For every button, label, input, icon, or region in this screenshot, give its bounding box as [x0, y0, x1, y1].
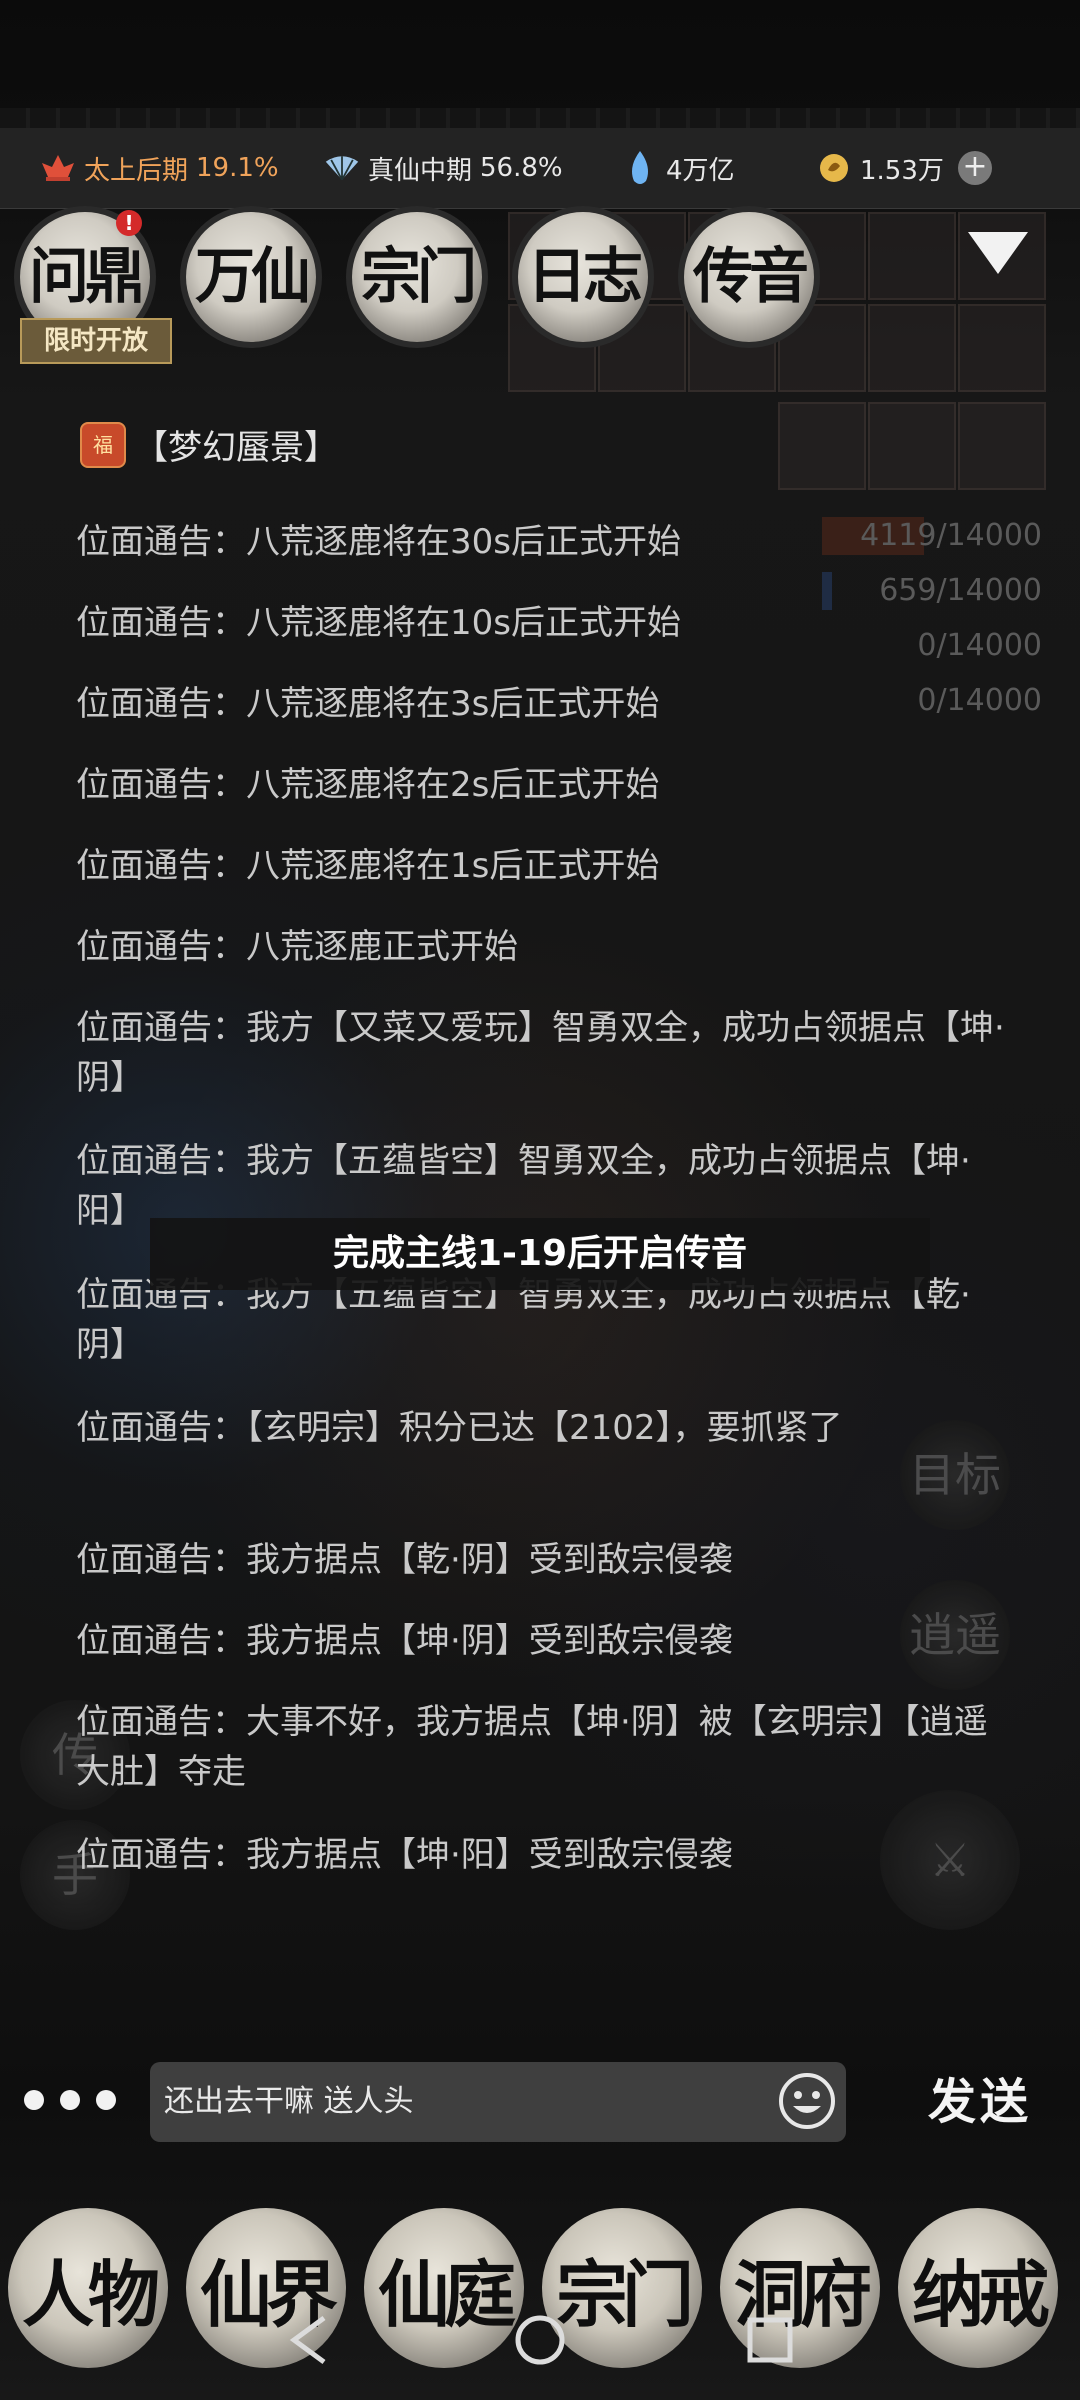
dot-icon	[60, 2090, 80, 2110]
bottom-nav-najie[interactable]: 纳戒	[898, 2208, 1058, 2368]
chat-message: 位面通告：八荒逐鹿将在2s后正式开始	[76, 765, 660, 805]
coin-icon	[816, 150, 852, 186]
resource-bar: 太上后期 19.1% 真仙中期 56.8% 4万亿 1.53万 +	[0, 128, 1080, 209]
chat-room-title: 福 【梦幻蜃景】	[80, 420, 338, 469]
chat-message: 位面通告：八荒逐鹿正式开始	[76, 927, 518, 967]
spirit-stones-value: 4万亿	[666, 155, 735, 186]
chat-message: 位面通告：我方【又菜又爱玩】智勇双全，成功占领据点【坤·阴】	[76, 1008, 1005, 1098]
bottom-nav-xianting[interactable]: 仙庭	[364, 2208, 524, 2368]
coins-value: 1.53万	[860, 155, 944, 186]
decorative-band	[0, 108, 1080, 128]
chat-message: 位面通告：【玄明宗】积分已达【2102】，要抓紧了	[76, 1408, 843, 1448]
realm-two-label: 真仙中期	[368, 155, 473, 186]
more-options-button[interactable]	[24, 2090, 132, 2110]
lotus-icon	[40, 150, 76, 186]
crystal-icon	[622, 150, 658, 186]
toast-message: 完成主线1-19后开启传音	[150, 1218, 930, 1290]
dropdown-arrow-icon[interactable]	[968, 232, 1028, 274]
realm-two-percent: 56.8%	[480, 153, 563, 183]
dot-icon	[96, 2090, 116, 2110]
bottom-nav-renwu[interactable]: 人物	[8, 2208, 168, 2368]
realm-one[interactable]: 太上后期 19.1%	[40, 128, 279, 208]
chat-message: 位面通告：八荒逐鹿将在10s后正式开始	[76, 603, 681, 643]
fortune-icon: 福	[80, 421, 126, 468]
chat-message: 位面通告：我方据点【坤·阳】受到敌宗侵袭	[76, 1835, 733, 1875]
nav-wanxian-button[interactable]: 万仙	[186, 212, 316, 342]
chat-message: 位面通告：八荒逐鹿将在3s后正式开始	[76, 684, 660, 724]
realm-one-label: 太上后期	[84, 155, 189, 186]
back-icon[interactable]	[280, 2310, 340, 2370]
notification-badge: !	[116, 210, 142, 236]
spirit-stones[interactable]: 4万亿	[622, 128, 735, 208]
emoji-icon[interactable]	[778, 2072, 836, 2130]
chat-message: 位面通告：大事不好，我方据点【坤·阴】被【玄明宗】【逍遥大肚】夺走	[76, 1702, 988, 1792]
room-name: 【梦幻蜃景】	[134, 428, 338, 468]
send-button[interactable]: 发送	[890, 2062, 1070, 2142]
chat-input[interactable]: 还出去干嘛 送人头	[150, 2062, 846, 2142]
realm-one-percent: 19.1%	[196, 153, 279, 183]
coins[interactable]: 1.53万 +	[816, 128, 992, 208]
nav-rizhi-button[interactable]: 日志	[518, 212, 648, 342]
limited-time-tag: 限时开放	[20, 318, 172, 364]
recents-icon[interactable]	[740, 2310, 800, 2370]
nav-chuanyin-button[interactable]: 传音	[684, 212, 814, 342]
dot-icon	[24, 2090, 44, 2110]
chat-message: 位面通告：我方据点【坤·阴】受到敌宗侵袭	[76, 1621, 733, 1661]
chat-message: 位面通告：我方据点【乾·阴】受到敌宗侵袭	[76, 1540, 733, 1580]
add-coins-button[interactable]: +	[957, 151, 992, 185]
chat-message: 位面通告：八荒逐鹿将在30s后正式开始	[76, 522, 681, 562]
home-icon[interactable]	[510, 2310, 570, 2370]
realm-two[interactable]: 真仙中期 56.8%	[324, 128, 563, 208]
fan-icon	[324, 150, 360, 186]
chat-message: 位面通告：八荒逐鹿将在1s后正式开始	[76, 846, 660, 886]
nav-zongmen-button[interactable]: 宗门	[352, 212, 482, 342]
